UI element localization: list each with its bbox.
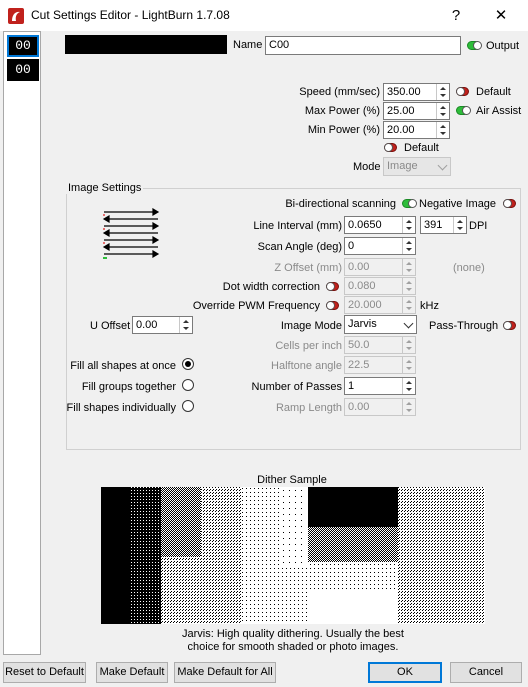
line-interval-label: Line Interval (mm) <box>253 220 342 232</box>
bidirectional-label: Bi-directional scanning <box>285 198 396 210</box>
dot-width-toggle[interactable] <box>326 282 339 291</box>
scan-angle-label: Scan Angle (deg) <box>257 241 342 253</box>
window-title: Cut Settings Editor - LightBurn 1.7.08 <box>31 8 230 22</box>
reset-to-default-button[interactable]: Reset to Default <box>3 662 86 683</box>
fill-all-label: Fill all shapes at once <box>70 360 176 372</box>
z-offset-label: Z Offset (mm) <box>274 262 342 274</box>
name-label: Name <box>233 39 263 51</box>
ramp-length-label: Ramp Length <box>275 402 342 414</box>
min-power-spinbox[interactable]: 20.00 <box>383 121 450 139</box>
dpi-spinbox[interactable]: 391 <box>420 216 467 234</box>
dot-width-spinbox[interactable]: 0.080 <box>344 277 416 295</box>
lightburn-logo-icon <box>8 8 24 24</box>
power-default-label: Default <box>404 142 439 154</box>
z-offset-spinbox[interactable]: 0.00 <box>344 258 416 276</box>
layer-list[interactable] <box>3 31 41 655</box>
power-default-toggle[interactable] <box>384 143 397 152</box>
line-interval-spinbox[interactable]: 0.0650 <box>344 216 416 234</box>
pwm-toggle[interactable] <box>326 301 339 310</box>
dither-caption-line1: Jarvis: High quality dithering. Usually … <box>182 628 404 640</box>
output-toggle[interactable] <box>467 41 482 50</box>
ok-button[interactable]: OK <box>368 662 442 683</box>
pwm-label: Override PWM Frequency <box>192 300 320 312</box>
u-offset-spinbox[interactable]: 0.00 <box>132 316 193 334</box>
title-bar: Cut Settings Editor - LightBurn 1.7.08 ?… <box>0 0 528 31</box>
cells-per-inch-spinbox[interactable]: 50.0 <box>344 336 416 354</box>
halftone-angle-label: Halftone angle <box>271 360 342 372</box>
bidirectional-toggle[interactable] <box>402 199 417 208</box>
pass-through-label: Pass-Through <box>429 320 499 332</box>
fill-individually-radio[interactable] <box>182 400 194 412</box>
mode-select[interactable]: Image <box>383 157 451 176</box>
output-label: Output <box>486 40 520 52</box>
max-power-spinbox[interactable]: 25.00 <box>383 102 450 120</box>
close-button[interactable]: ✕ <box>478 0 524 31</box>
layer-item-selected[interactable]: 00 <box>7 35 39 57</box>
fill-groups-label: Fill groups together <box>81 381 176 393</box>
dither-sample-image <box>101 487 485 624</box>
cancel-button[interactable]: Cancel <box>450 662 522 683</box>
make-default-for-all-button[interactable]: Make Default for All <box>174 662 276 683</box>
image-mode-label: Image Mode <box>280 320 342 332</box>
halftone-angle-spinbox[interactable]: 22.5 <box>344 356 416 374</box>
pwm-unit-label: kHz <box>420 300 439 312</box>
passes-label: Number of Passes <box>251 381 342 393</box>
fill-individually-label: Fill shapes individually <box>66 402 176 414</box>
dither-caption-line2: choice for smooth shaded or photo images… <box>187 641 399 653</box>
air-assist-toggle[interactable] <box>456 106 471 115</box>
speed-label: Speed (mm/sec) <box>299 86 380 98</box>
dither-sample-title: Dither Sample <box>257 474 327 486</box>
cells-per-inch-label: Cells per inch <box>275 340 342 352</box>
layer-item[interactable]: 00 <box>7 59 39 81</box>
min-power-label: Min Power (%) <box>307 124 380 136</box>
pass-through-toggle[interactable] <box>503 321 516 330</box>
negative-image-label: Negative Image <box>419 198 497 210</box>
z-offset-note: (none) <box>453 262 485 274</box>
speed-default-toggle[interactable] <box>456 87 469 96</box>
max-power-label: Max Power (%) <box>304 105 380 117</box>
image-mode-select[interactable]: Jarvis <box>344 315 417 334</box>
speed-spinbox[interactable]: 350.00 <box>383 83 450 101</box>
help-button[interactable]: ? <box>433 0 479 31</box>
negative-image-toggle[interactable] <box>503 199 516 208</box>
scan-direction-icon <box>102 208 160 259</box>
u-offset-label: U Offset <box>90 320 131 332</box>
name-field[interactable]: C00 <box>265 36 461 55</box>
image-settings-title: Image Settings <box>66 182 144 194</box>
pwm-spinbox[interactable]: 20.000 <box>344 296 416 314</box>
air-assist-label: Air Assist <box>476 105 522 117</box>
speed-default-label: Default <box>476 86 511 98</box>
layer-color-swatch <box>65 35 227 54</box>
make-default-button[interactable]: Make Default <box>96 662 168 683</box>
dot-width-label: Dot width correction <box>222 281 320 293</box>
fill-groups-radio[interactable] <box>182 379 194 391</box>
fill-all-radio[interactable] <box>182 358 194 370</box>
scan-angle-spinbox[interactable]: 0 <box>344 237 416 255</box>
ramp-length-spinbox[interactable]: 0.00 <box>344 398 416 416</box>
passes-spinbox[interactable]: 1 <box>344 377 416 395</box>
dpi-label: DPI <box>469 220 488 232</box>
mode-label: Mode <box>353 161 381 173</box>
